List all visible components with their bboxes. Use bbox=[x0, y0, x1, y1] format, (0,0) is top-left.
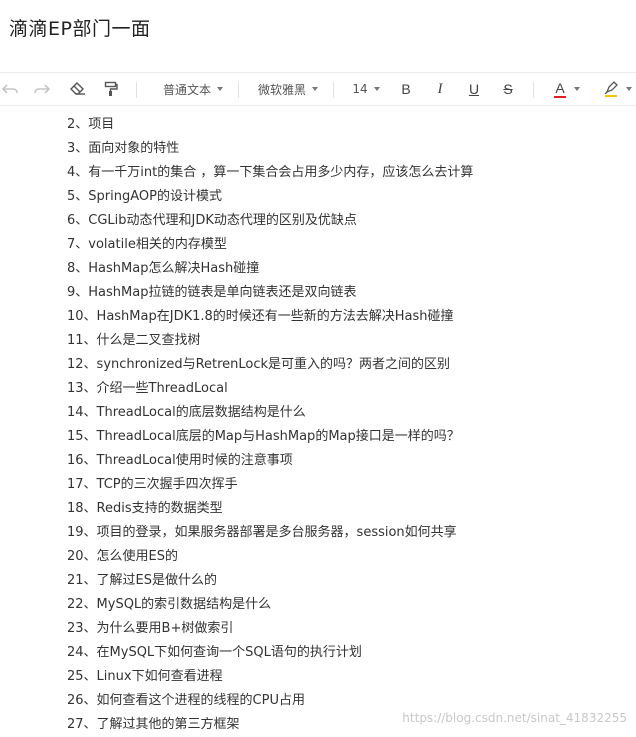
editor-toolbar: 普通文本 微软雅黑 14 B I U S A bbox=[0, 72, 636, 106]
list-item: 5、SpringAOP的设计模式 bbox=[67, 189, 222, 204]
watermark: https://blog.csdn.net/sinat_41832255 bbox=[402, 711, 627, 725]
underline-icon: U bbox=[468, 81, 480, 97]
list-item: 6、CGLib动态代理和JDK动态代理的区别及优缺点 bbox=[67, 213, 357, 228]
strikethrough-button[interactable]: S bbox=[498, 73, 518, 105]
list-item: 20、怎么使用ES的 bbox=[67, 549, 179, 564]
eraser-icon bbox=[70, 82, 85, 95]
underline-button[interactable]: U bbox=[464, 73, 484, 105]
text-color-icon: A bbox=[554, 79, 566, 98]
paragraph-style-value: 普通文本 bbox=[162, 82, 211, 97]
toolbar-separator bbox=[333, 82, 334, 98]
list-item: 12、synchronized与RetrenLock是可重入的吗？两者之间的区别 bbox=[67, 357, 451, 372]
chevron-down-icon bbox=[217, 87, 223, 91]
list-item: 8、HashMap怎么解决Hash碰撞 bbox=[67, 261, 260, 276]
list-item: 11、什么是二叉查找树 bbox=[67, 333, 201, 348]
redo-button[interactable] bbox=[30, 73, 54, 105]
undo-icon bbox=[1, 84, 18, 94]
italic-button[interactable]: I bbox=[430, 73, 450, 105]
list-item: 23、为什么要用B+树做索引 bbox=[67, 621, 234, 636]
redo-icon bbox=[34, 84, 51, 94]
italic-icon: I bbox=[437, 80, 443, 97]
list-item: 26、如何查看这个进程的线程的CPU占用 bbox=[67, 693, 305, 708]
list-item: 13、介绍一些ThreadLocal bbox=[67, 381, 228, 396]
strikethrough-icon: S bbox=[503, 81, 513, 97]
list-item: 19、项目的登录，如果服务器部署是多台服务器，session如何共享 bbox=[67, 525, 457, 540]
clear-format-button[interactable] bbox=[66, 73, 90, 105]
chevron-down-icon bbox=[373, 87, 380, 91]
font-size-select[interactable]: 14 bbox=[350, 73, 382, 105]
chevron-down-icon bbox=[574, 87, 580, 91]
chevron-down-icon bbox=[626, 87, 632, 91]
list-item: 17、TCP的三次握手四次挥手 bbox=[67, 477, 238, 492]
highlight-color-button[interactable] bbox=[600, 73, 636, 105]
list-item: 10、HashMap在JDK1.8的时候还有一些新的方法去解决Hash碰撞 bbox=[67, 309, 454, 324]
bold-button[interactable]: B bbox=[396, 73, 416, 105]
paragraph-style-select[interactable]: 普通文本 bbox=[158, 73, 228, 105]
format-painter-icon bbox=[104, 81, 118, 96]
list-item: 9、HashMap拉链的链表是单向链表还是双向链表 bbox=[67, 285, 357, 300]
format-painter-button[interactable] bbox=[99, 73, 123, 105]
list-item: 2、项目 bbox=[67, 117, 115, 132]
list-item: 15、ThreadLocal底层的Map与HashMap的Map接口是一样的吗？ bbox=[67, 429, 460, 444]
toolbar-separator bbox=[238, 82, 239, 98]
chevron-down-icon bbox=[312, 87, 318, 91]
list-item: 16、ThreadLocal使用时候的注意事项 bbox=[67, 453, 293, 468]
document-title: 滴滴EP部门一面 bbox=[9, 18, 151, 40]
list-item: 4、有一千万int的集合 ，算一下集合会占用多少内存，应该怎么去计算 bbox=[67, 165, 474, 180]
list-item: 24、在MySQL下如何查询一个SQL语句的执行计划 bbox=[67, 645, 362, 660]
bold-icon: B bbox=[401, 81, 411, 97]
list-item: 21、了解过ES是做什么的 bbox=[67, 573, 218, 588]
list-item: 7、volatile相关的内存模型 bbox=[67, 237, 227, 252]
toolbar-separator bbox=[533, 82, 534, 98]
list-item: 3、面向对象的特性 bbox=[67, 141, 180, 156]
undo-button[interactable] bbox=[0, 73, 20, 105]
text-color-button[interactable]: A bbox=[549, 73, 585, 105]
font-size-value: 14 bbox=[352, 82, 368, 96]
highlighter-icon bbox=[604, 81, 618, 97]
list-item: 18、Redis支持的数据类型 bbox=[67, 501, 223, 516]
list-item: 25、Linux下如何查看进程 bbox=[67, 669, 223, 684]
font-family-value: 微软雅黑 bbox=[257, 82, 306, 97]
list-item: 22、MySQL的索引数据结构是什么 bbox=[67, 597, 272, 612]
font-family-select[interactable]: 微软雅黑 bbox=[256, 73, 320, 105]
toolbar-separator bbox=[136, 82, 137, 98]
question-list: 2、项目 3、面向对象的特性 4、有一千万int的集合 ，算一下集合会占用多少内存，… bbox=[67, 113, 473, 737]
list-item: 14、ThreadLocal的底层数据结构是什么 bbox=[67, 405, 306, 420]
